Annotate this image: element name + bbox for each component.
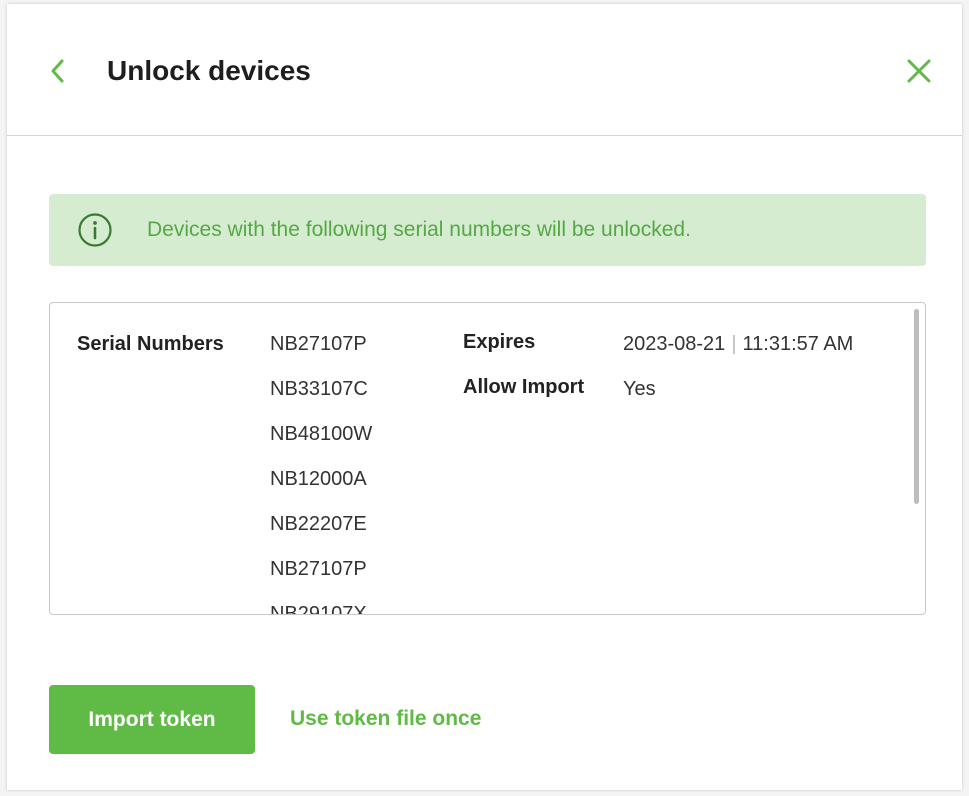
serial-number-item: NB33107C	[270, 378, 368, 400]
banner-message: Devices with the following serial number…	[147, 218, 691, 241]
chevron-left-icon	[51, 59, 64, 83]
serial-number-list: NB27107P NB33107C NB48100W NB12000A NB22…	[270, 331, 372, 614]
expires-time: 11:31:57 AM	[742, 333, 854, 355]
token-details-content: Serial Numbers NB27107P NB33107C NB48100…	[50, 303, 910, 614]
details-scrollbar-thumb[interactable]	[914, 309, 919, 504]
unlock-devices-panel: Unlock devices Devices with the followin…	[7, 4, 962, 790]
serial-number-item: NB27107P	[270, 558, 367, 580]
token-details-box[interactable]: Serial Numbers NB27107P NB33107C NB48100…	[49, 302, 926, 615]
serial-number-item: NB27107P	[270, 333, 367, 355]
info-icon	[78, 213, 112, 247]
expires-date: 2023-08-21	[623, 333, 726, 355]
page-title: Unlock devices	[107, 55, 311, 86]
allow-import-label: Allow Import	[463, 376, 585, 398]
panel-header: Unlock devices	[7, 4, 962, 136]
date-time-separator: |	[731, 333, 737, 355]
expires-label: Expires	[463, 331, 536, 353]
back-button[interactable]	[42, 54, 72, 88]
close-button[interactable]	[902, 54, 936, 88]
serial-number-item: NB29107X	[270, 603, 367, 614]
use-token-file-once-link[interactable]: Use token file once	[290, 705, 481, 733]
serial-number-item: NB48100W	[270, 423, 373, 445]
serial-number-item: NB12000A	[270, 468, 367, 490]
import-token-button[interactable]: Import token	[49, 685, 255, 754]
close-icon	[907, 59, 931, 83]
details-scrollbar[interactable]	[913, 309, 920, 607]
serial-number-item: NB22207E	[270, 513, 367, 535]
expires-value: 2023-08-21 | 11:31:57 AM	[623, 331, 853, 357]
serial-numbers-label: Serial Numbers	[77, 333, 224, 355]
info-banner: Devices with the following serial number…	[49, 194, 926, 266]
allow-import-value: Yes	[623, 378, 656, 400]
